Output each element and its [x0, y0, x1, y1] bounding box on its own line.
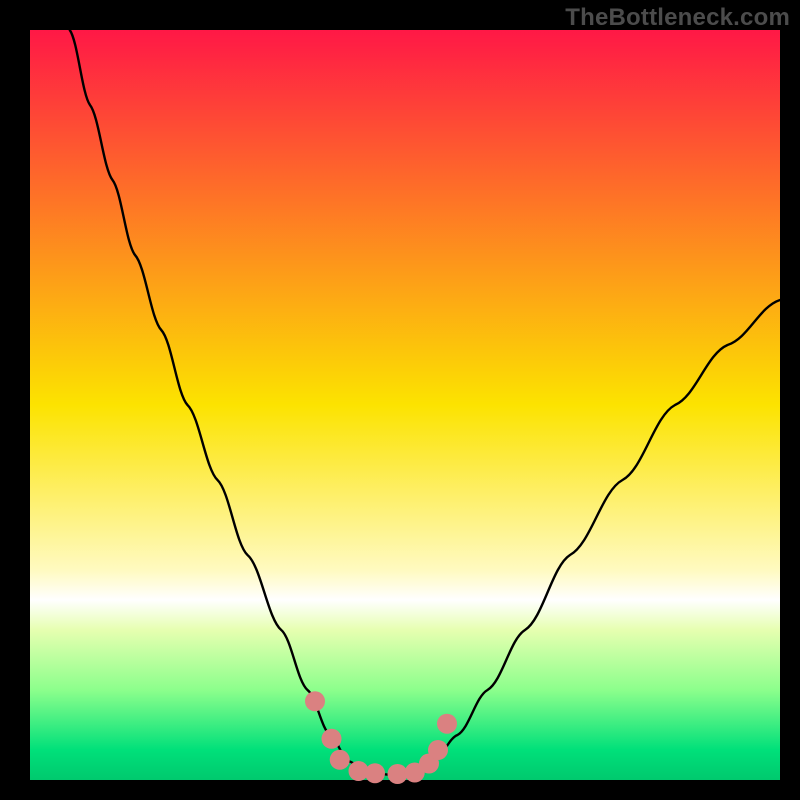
- plot-background: [30, 30, 780, 780]
- highlight-marker: [428, 740, 448, 760]
- highlight-marker: [365, 763, 385, 783]
- highlight-marker: [330, 750, 350, 770]
- highlight-marker: [388, 764, 408, 784]
- highlight-marker: [322, 729, 342, 749]
- chart-container: TheBottleneck.com: [0, 0, 800, 800]
- bottleneck-chart: [0, 0, 800, 800]
- highlight-marker: [305, 691, 325, 711]
- highlight-marker: [437, 714, 457, 734]
